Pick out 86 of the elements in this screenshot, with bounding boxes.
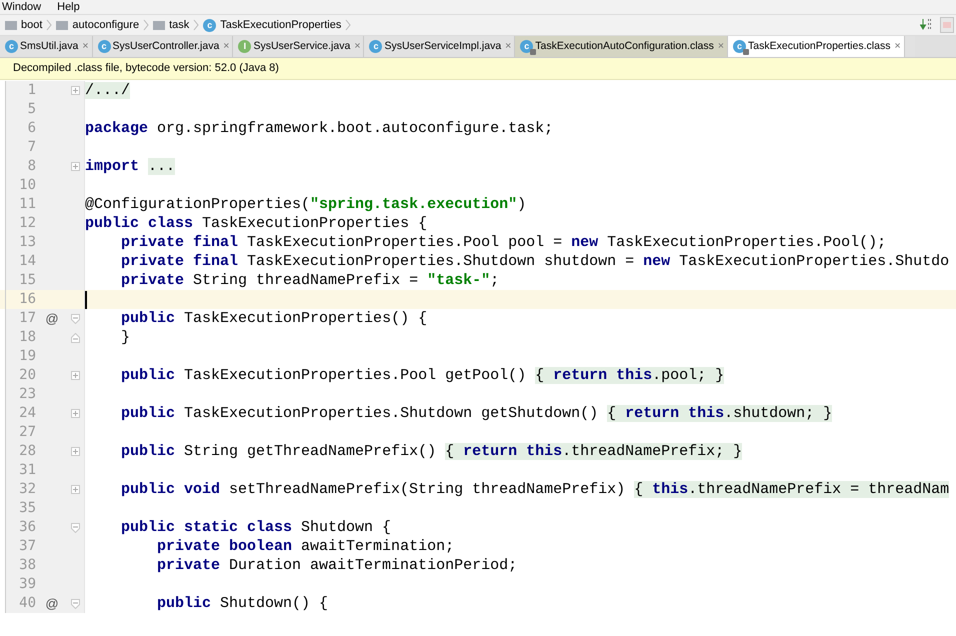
chevron-right-icon	[46, 19, 52, 31]
expand-icon[interactable]	[70, 86, 80, 95]
line-number: 15	[18, 271, 36, 290]
line-number: 38	[18, 556, 36, 575]
line-number: 10	[18, 176, 36, 195]
code-line: public String getThreadNamePrefix() { return this.threadNamePrefix; }	[120, 442, 742, 461]
code-line: @ConfigurationProperties("spring.task.execution")	[85, 195, 526, 214]
expand-icon[interactable]	[70, 409, 80, 418]
code-line: public void setThreadNamePrefix(String threadNamePrefix) { this.threadNamePrefix = threadNam	[120, 480, 950, 499]
code-line: private boolean awaitTermination;	[156, 537, 454, 556]
editor-tab[interactable]: c TaskExecutionProperties.class ×	[728, 36, 905, 57]
folder-icon	[5, 20, 17, 30]
class-icon: c	[369, 40, 382, 53]
line-number: 27	[18, 423, 36, 442]
line-number: 12	[18, 214, 36, 233]
chevron-right-icon	[143, 19, 150, 31]
close-icon[interactable]: ×	[505, 38, 512, 54]
interface-icon: I	[238, 40, 252, 53]
code-line: }	[120, 328, 130, 347]
line-number: 39	[18, 575, 36, 594]
download-binary-icon[interactable]	[920, 18, 934, 32]
line-number: 40	[18, 594, 36, 613]
override-marker[interactable]: @	[45, 594, 59, 614]
override-marker[interactable]: @	[45, 308, 59, 328]
line-number: 6	[26, 119, 36, 138]
line-number: 28	[18, 442, 36, 461]
breadcrumb-item[interactable]: autoconfigure	[55, 16, 140, 34]
class-icon: c	[98, 40, 110, 53]
line-number: 19	[18, 347, 36, 366]
line-number: 13	[18, 233, 36, 252]
code-line: public static class Shutdown {	[120, 518, 392, 537]
folder-icon	[153, 20, 166, 30]
fold-end-icon[interactable]	[70, 332, 80, 342]
line-number: 8	[26, 157, 36, 176]
class-icon: c	[5, 40, 18, 53]
line-number: 37	[18, 537, 36, 556]
line-number: 18	[18, 328, 36, 347]
collapse-icon[interactable]	[70, 314, 80, 324]
notice-text: Decompiled .class file, bytecode version: 52.0 (Java 8)	[13, 61, 279, 76]
line-number: 16	[18, 290, 36, 309]
chevron-right-icon	[345, 19, 352, 31]
code-line: public class TaskExecutionProperties {	[85, 214, 428, 233]
line-number: 24	[18, 404, 36, 423]
code-line: import ...	[85, 157, 176, 176]
line-number: 35	[18, 499, 36, 518]
code-line: private Duration awaitTerminationPeriod;	[156, 556, 518, 575]
line-number: 1	[26, 81, 36, 100]
code-line: public TaskExecutionProperties() {	[120, 309, 428, 328]
code-line: package org.springframework.boot.autoconfigure.task;	[85, 119, 554, 138]
expand-icon[interactable]	[70, 485, 80, 494]
expand-icon[interactable]	[70, 162, 80, 171]
toolbar-panel-icon[interactable]	[940, 17, 954, 33]
folder-icon	[56, 20, 68, 30]
code-line: private final TaskExecutionProperties.Pool pool = new TaskExecutionProperties.Pool();	[120, 233, 886, 252]
line-number: 17	[18, 309, 36, 328]
chevron-right-icon	[193, 19, 200, 31]
breadcrumb-item[interactable]: c TaskExecutionProperties	[202, 16, 342, 34]
breadcrumb-item[interactable]: boot	[4, 16, 44, 34]
close-icon[interactable]: ×	[894, 38, 901, 54]
line-number: 20	[18, 366, 36, 385]
code-line: private final TaskExecutionProperties.Shutdown shutdown = new TaskExecutionProperties.Shutdo	[120, 252, 950, 271]
locked-class-icon: c	[733, 40, 746, 53]
line-number: 5	[26, 100, 36, 119]
collapse-icon[interactable]	[70, 598, 80, 608]
line-number: 31	[18, 461, 36, 480]
expand-icon[interactable]	[70, 371, 80, 380]
editor-tab[interactable]: c TaskExecutionAutoConfiguration.class ×	[515, 36, 728, 57]
menu-item[interactable]: Help	[57, 0, 80, 14]
locked-class-icon: c	[520, 40, 534, 53]
collapse-icon[interactable]	[70, 522, 80, 532]
line-number: 11	[18, 195, 36, 214]
class-icon: c	[203, 18, 216, 32]
code-line: public TaskExecutionProperties.Shutdown getShutdown() { return this.shutdown; }	[120, 404, 832, 423]
line-number: 23	[18, 385, 36, 404]
line-number: 14	[18, 252, 36, 271]
expand-icon[interactable]	[70, 447, 80, 456]
code-line: private String threadNamePrefix = "task-";	[120, 271, 500, 290]
line-number: 36	[18, 518, 36, 537]
text-cursor	[85, 290, 87, 308]
line-number: 7	[26, 138, 36, 157]
close-icon[interactable]: ×	[223, 38, 230, 54]
code-line: public TaskExecutionProperties.Pool getPool() { return this.pool; }	[120, 366, 724, 385]
line-number: 32	[18, 480, 36, 499]
code-line: public Shutdown() {	[156, 594, 328, 613]
breadcrumb-item[interactable]: task	[152, 16, 190, 34]
menu-item[interactable]: Window	[2, 0, 42, 14]
